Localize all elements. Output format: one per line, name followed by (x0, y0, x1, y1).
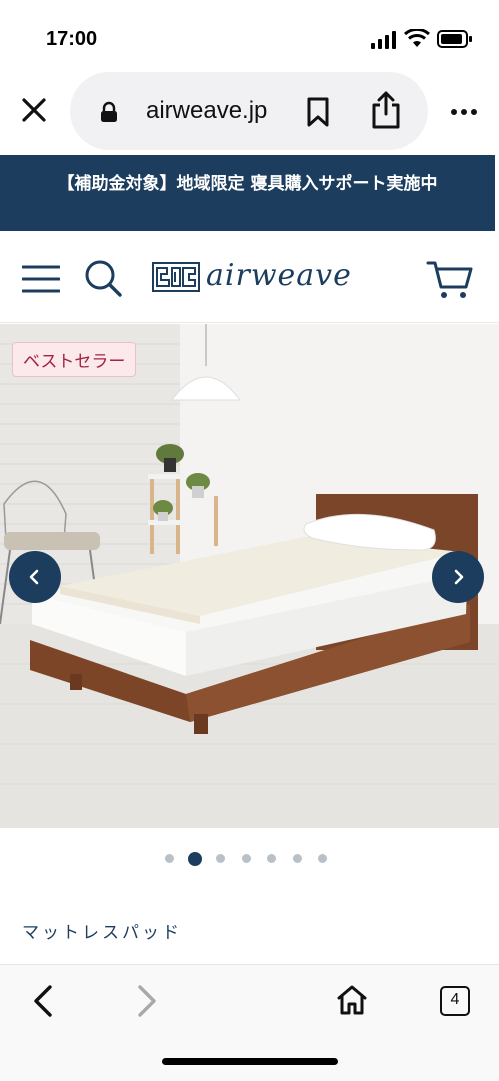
cellular-signal-icon (371, 31, 396, 49)
more-options-icon[interactable] (450, 108, 478, 116)
url-text[interactable]: airweave.jp (146, 97, 267, 125)
back-icon[interactable] (30, 984, 58, 1018)
close-icon[interactable] (18, 94, 50, 126)
search-icon[interactable] (84, 259, 122, 297)
product-image-carousel[interactable] (0, 324, 499, 828)
hamburger-menu-icon[interactable] (22, 264, 60, 294)
carousel-dot[interactable] (216, 854, 225, 863)
carousel-dot[interactable] (292, 854, 302, 863)
carousel-dot[interactable] (165, 854, 174, 863)
forward-icon[interactable] (132, 984, 160, 1018)
carousel-dot[interactable] (188, 852, 202, 866)
carousel-dot[interactable] (318, 854, 327, 863)
wifi-icon (404, 29, 430, 47)
carousel-dot[interactable] (241, 854, 251, 863)
chevron-left-icon (29, 569, 39, 585)
home-indicator (162, 1058, 338, 1065)
home-icon[interactable] (336, 984, 368, 1016)
lock-icon (101, 101, 117, 122)
bestseller-badge: ベストセラー (12, 342, 137, 377)
carousel-dot[interactable] (267, 854, 276, 863)
bookmark-icon[interactable] (305, 96, 331, 128)
chevron-right-icon (454, 569, 464, 585)
header-divider (0, 322, 499, 323)
battery-icon (437, 30, 472, 48)
carousel-next-button[interactable] (432, 551, 484, 603)
promo-banner-text[interactable]: 【補助金対象】地域限定 寝具購入サポート実施中 (0, 169, 495, 194)
status-time: 17:00 (46, 28, 98, 50)
airweave-logo-mark[interactable] (152, 262, 200, 292)
airweave-logo-text[interactable]: airweave (206, 258, 352, 293)
status-bar: 17:00 (0, 0, 499, 70)
product-photo (0, 324, 499, 828)
share-icon[interactable] (370, 90, 402, 130)
product-category: マットレスパッド (22, 923, 182, 943)
cart-icon[interactable] (426, 259, 474, 301)
carousel-prev-button[interactable] (9, 551, 61, 603)
tabs-count: 4 (450, 991, 460, 1008)
tabs-button[interactable]: 4 (440, 986, 470, 1016)
